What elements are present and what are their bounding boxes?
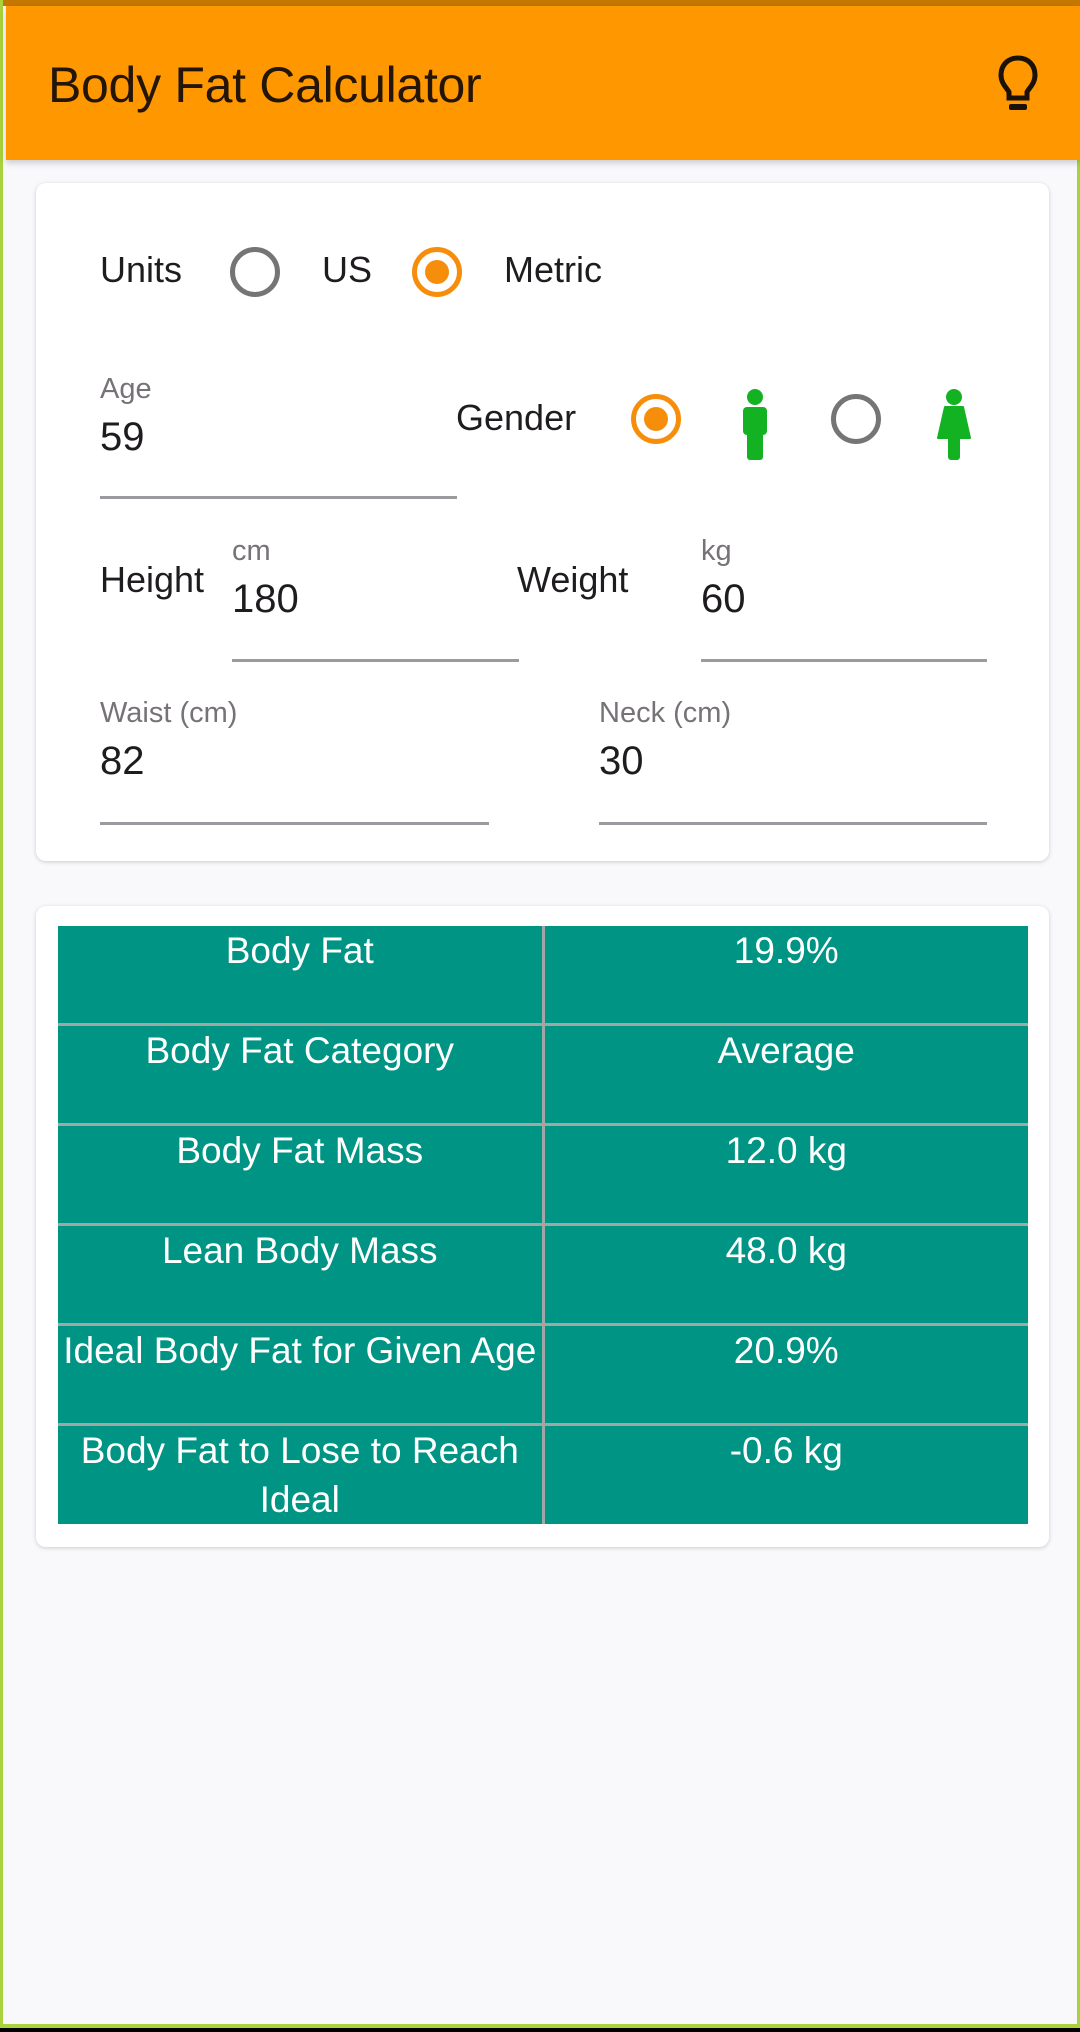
results-card: Body Fat 19.9% Body Fat Category Average…	[36, 906, 1049, 1547]
male-icon[interactable]	[735, 388, 775, 460]
table-row: Body Fat Category Average	[58, 1023, 1028, 1126]
table-row: Lean Body Mass 48.0 kg	[58, 1223, 1028, 1326]
result-label: Lean Body Mass	[58, 1223, 545, 1326]
age-input[interactable]: 59	[100, 415, 145, 460]
waist-label: Waist (cm)	[100, 697, 238, 729]
result-value: -0.6 kg	[541, 1423, 1028, 1524]
result-label: Body Fat Mass	[58, 1123, 545, 1226]
result-value: 12.0 kg	[541, 1123, 1028, 1226]
age-label: Age	[100, 373, 152, 405]
height-unit-label: cm	[232, 535, 271, 567]
result-label: Body Fat Category	[58, 1023, 545, 1126]
table-row: Ideal Body Fat for Given Age 20.9%	[58, 1323, 1028, 1426]
units-us-label[interactable]: US	[322, 249, 372, 291]
waist-underline	[100, 822, 489, 825]
table-row: Body Fat 19.9%	[58, 926, 1028, 1026]
result-label: Body Fat to Lose to Reach Ideal	[58, 1423, 545, 1524]
units-label: Units	[100, 249, 183, 290]
app-screen: Body Fat Calculator Units US Metric Age …	[0, 0, 1080, 2028]
result-value: 48.0 kg	[541, 1223, 1028, 1326]
result-value: 20.9%	[541, 1323, 1028, 1426]
waist-input[interactable]: 82	[100, 739, 145, 784]
height-underline	[232, 659, 519, 662]
table-row: Body Fat to Lose to Reach Ideal -0.6 kg	[58, 1423, 1028, 1524]
table-row: Body Fat Mass 12.0 kg	[58, 1123, 1028, 1226]
lightbulb-icon[interactable]	[996, 54, 1040, 116]
age-underline	[100, 496, 457, 499]
female-icon[interactable]	[934, 388, 974, 460]
units-metric-label[interactable]: Metric	[504, 249, 602, 291]
result-label: Body Fat	[58, 926, 545, 1026]
gender-male-radio[interactable]	[631, 394, 681, 444]
input-card: Units US Metric Age 59 Gender Height cm	[36, 183, 1049, 861]
units-us-radio[interactable]	[230, 247, 280, 297]
weight-unit-label: kg	[701, 535, 732, 567]
neck-input[interactable]: 30	[599, 739, 644, 784]
gender-female-radio[interactable]	[831, 394, 881, 444]
weight-label: Weight	[517, 559, 629, 600]
gender-label: Gender	[456, 397, 577, 438]
result-value: 19.9%	[541, 926, 1028, 1026]
app-title: Body Fat Calculator	[48, 57, 482, 113]
weight-input[interactable]: 60	[701, 577, 746, 622]
neck-underline	[599, 822, 987, 825]
height-input[interactable]: 180	[232, 577, 299, 622]
neck-label: Neck (cm)	[599, 697, 732, 729]
result-label: Ideal Body Fat for Given Age	[58, 1323, 545, 1426]
height-label: Height	[100, 559, 205, 600]
units-metric-radio[interactable]	[412, 247, 462, 297]
result-value: Average	[541, 1023, 1028, 1126]
results-table: Body Fat 19.9% Body Fat Category Average…	[58, 926, 1028, 1524]
weight-underline	[701, 659, 987, 662]
app-bar: Body Fat Calculator	[6, 6, 1080, 160]
